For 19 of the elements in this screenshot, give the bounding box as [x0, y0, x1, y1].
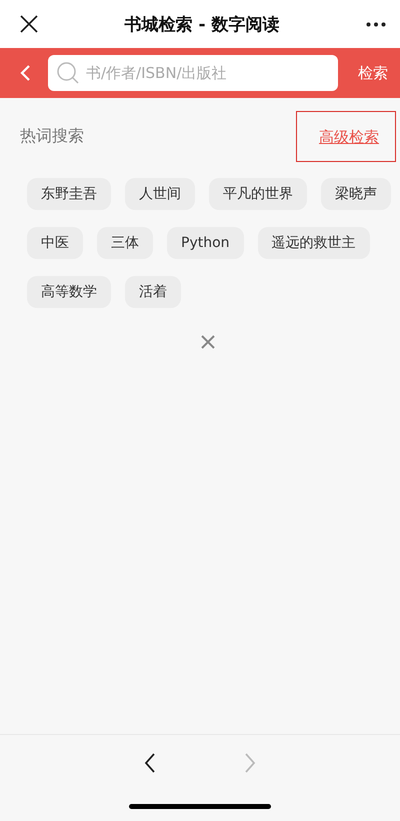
keyword-tag[interactable]: 活着 [125, 276, 181, 308]
back-button[interactable] [143, 752, 157, 774]
keyword-tag[interactable]: 遥远的救世主 [258, 227, 370, 259]
search-button[interactable]: 检索 [350, 64, 388, 82]
more-icon[interactable] [366, 22, 386, 26]
keyword-tag[interactable]: 平凡的世界 [209, 178, 307, 210]
keyword-tag[interactable]: 中医 [27, 227, 83, 259]
keyword-tag[interactable]: 东野圭吾 [27, 178, 111, 210]
search-icon [56, 61, 80, 85]
keyword-tag[interactable]: 梁晓声 [321, 178, 391, 210]
keyword-tag[interactable]: 三体 [97, 227, 153, 259]
section-title: 热词搜索 [20, 126, 84, 146]
window-title: 书城检索 - 数字阅读 [124, 14, 280, 36]
keyword-tag[interactable]: 人世间 [125, 178, 195, 210]
keyword-tag[interactable]: Python [167, 227, 244, 259]
keyword-tag[interactable]: 高等数学 [27, 276, 111, 308]
search-field[interactable]: 书/作者/ISBN/出版社 [48, 55, 338, 91]
close-icon[interactable] [20, 15, 38, 33]
close-button[interactable] [200, 334, 216, 350]
